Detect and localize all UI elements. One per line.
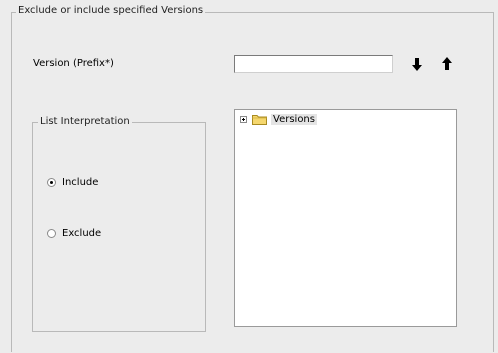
include-radio[interactable]: Include <box>47 177 98 188</box>
version-prefix-input[interactable] <box>234 55 393 73</box>
radio-checked-icon <box>47 178 56 187</box>
group-title: Exclude or include specified Versions <box>16 5 206 16</box>
arrow-up-icon <box>442 57 452 70</box>
move-up-button[interactable] <box>440 55 454 73</box>
exclude-radio[interactable]: Exclude <box>47 228 101 239</box>
move-down-button[interactable] <box>410 55 424 73</box>
list-interpretation-title: List Interpretation <box>38 116 132 127</box>
exclude-label: Exclude <box>62 228 102 239</box>
expand-plus-icon[interactable] <box>240 116 247 123</box>
arrow-down-icon <box>412 58 422 71</box>
folder-icon <box>252 115 267 125</box>
radio-unchecked-icon <box>47 229 56 238</box>
tree-node-versions[interactable]: Versions <box>240 114 317 125</box>
versions-filter-panel: Exclude or include specified Versions Ve… <box>0 0 498 353</box>
version-prefix-label: Version (Prefix*) <box>33 58 114 69</box>
include-label: Include <box>62 177 99 188</box>
tree-node-label: Versions <box>271 114 317 125</box>
list-interpretation-group <box>32 122 206 332</box>
versions-tree[interactable]: Versions <box>234 109 457 327</box>
